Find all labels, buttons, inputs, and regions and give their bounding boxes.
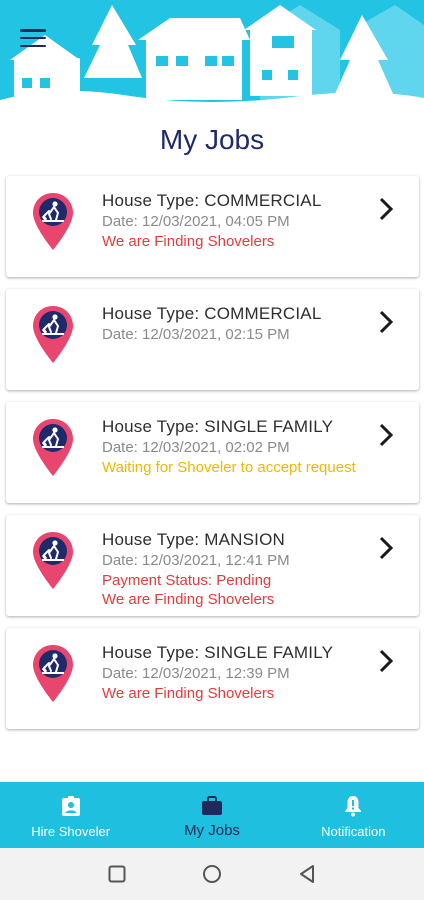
chevron-right-icon[interactable] xyxy=(377,196,395,222)
back-button[interactable] xyxy=(295,862,319,886)
circle-icon xyxy=(202,865,221,883)
payment-status: Payment Status: Pending xyxy=(102,572,272,589)
house-type-label: House Type: COMMERCIAL xyxy=(102,304,322,323)
page-title: My Jobs xyxy=(159,124,265,155)
shoveler-location-pin-icon xyxy=(33,193,73,250)
job-card[interactable]: House Type: COMMERCIAL Date: 12/03/2021,… xyxy=(6,176,419,277)
chevron-right-icon[interactable] xyxy=(377,422,395,448)
job-date: Date: 12/03/2021, 02:02 PM xyxy=(102,439,290,456)
bell-icon xyxy=(345,796,362,817)
id-badge-icon xyxy=(61,796,80,816)
job-date: Date: 12/03/2021, 04:05 PM xyxy=(102,213,290,230)
briefcase-icon xyxy=(201,796,222,815)
system-navigation-bar xyxy=(0,848,424,900)
home-button[interactable] xyxy=(200,862,224,886)
square-icon xyxy=(108,865,126,883)
back-triangle-icon xyxy=(299,865,314,883)
nav-my-jobs[interactable]: My Jobs xyxy=(141,782,282,848)
house-type-label: House Type: SINGLE FAMILY xyxy=(102,417,334,436)
house-type-label: House Type: COMMERCIAL xyxy=(102,191,322,210)
recent-apps-button[interactable] xyxy=(105,862,129,886)
shoveler-location-pin-icon xyxy=(33,419,73,476)
job-status: We are Finding Shovelers xyxy=(102,685,275,702)
bottom-navigation: Hire Shoveler My Jobs Notification xyxy=(0,782,424,848)
nav-hire-shoveler[interactable]: Hire Shoveler xyxy=(0,782,141,848)
hamburger-menu-icon[interactable] xyxy=(20,27,46,49)
job-status: We are Finding Shovelers xyxy=(102,591,275,608)
chevron-right-icon[interactable] xyxy=(377,535,395,561)
job-date: Date: 12/03/2021, 02:15 PM xyxy=(102,326,290,343)
job-card[interactable]: House Type: MANSION Date: 12/03/2021, 12… xyxy=(6,515,419,616)
house-type-label: House Type: MANSION xyxy=(102,530,285,549)
job-date: Date: 12/03/2021, 12:39 PM xyxy=(102,665,290,682)
job-status: We are Finding Shovelers xyxy=(102,233,275,250)
chevron-right-icon[interactable] xyxy=(377,309,395,335)
nav-my-jobs-label: My Jobs xyxy=(184,822,240,839)
chevron-right-icon[interactable] xyxy=(377,648,395,674)
job-status: Waiting for Shoveler to accept request xyxy=(102,459,356,476)
house-type-label: House Type: SINGLE FAMILY xyxy=(102,643,334,662)
nav-hire-shoveler-label: Hire Shoveler xyxy=(31,824,111,839)
job-card[interactable]: House Type: SINGLE FAMILY Date: 12/03/20… xyxy=(6,628,419,729)
job-date: Date: 12/03/2021, 12:41 PM xyxy=(102,552,290,569)
snowy-houses-illustration xyxy=(0,0,424,125)
job-card[interactable]: House Type: COMMERCIAL Date: 12/03/2021,… xyxy=(6,289,419,390)
shoveler-location-pin-icon xyxy=(33,645,73,702)
nav-notification-label: Notification xyxy=(321,824,386,839)
shoveler-location-pin-icon xyxy=(33,306,73,363)
header-banner xyxy=(0,0,424,125)
shoveler-location-pin-icon xyxy=(33,532,73,589)
nav-notification[interactable]: Notification xyxy=(283,782,424,848)
job-card[interactable]: House Type: SINGLE FAMILY Date: 12/03/20… xyxy=(6,402,419,503)
